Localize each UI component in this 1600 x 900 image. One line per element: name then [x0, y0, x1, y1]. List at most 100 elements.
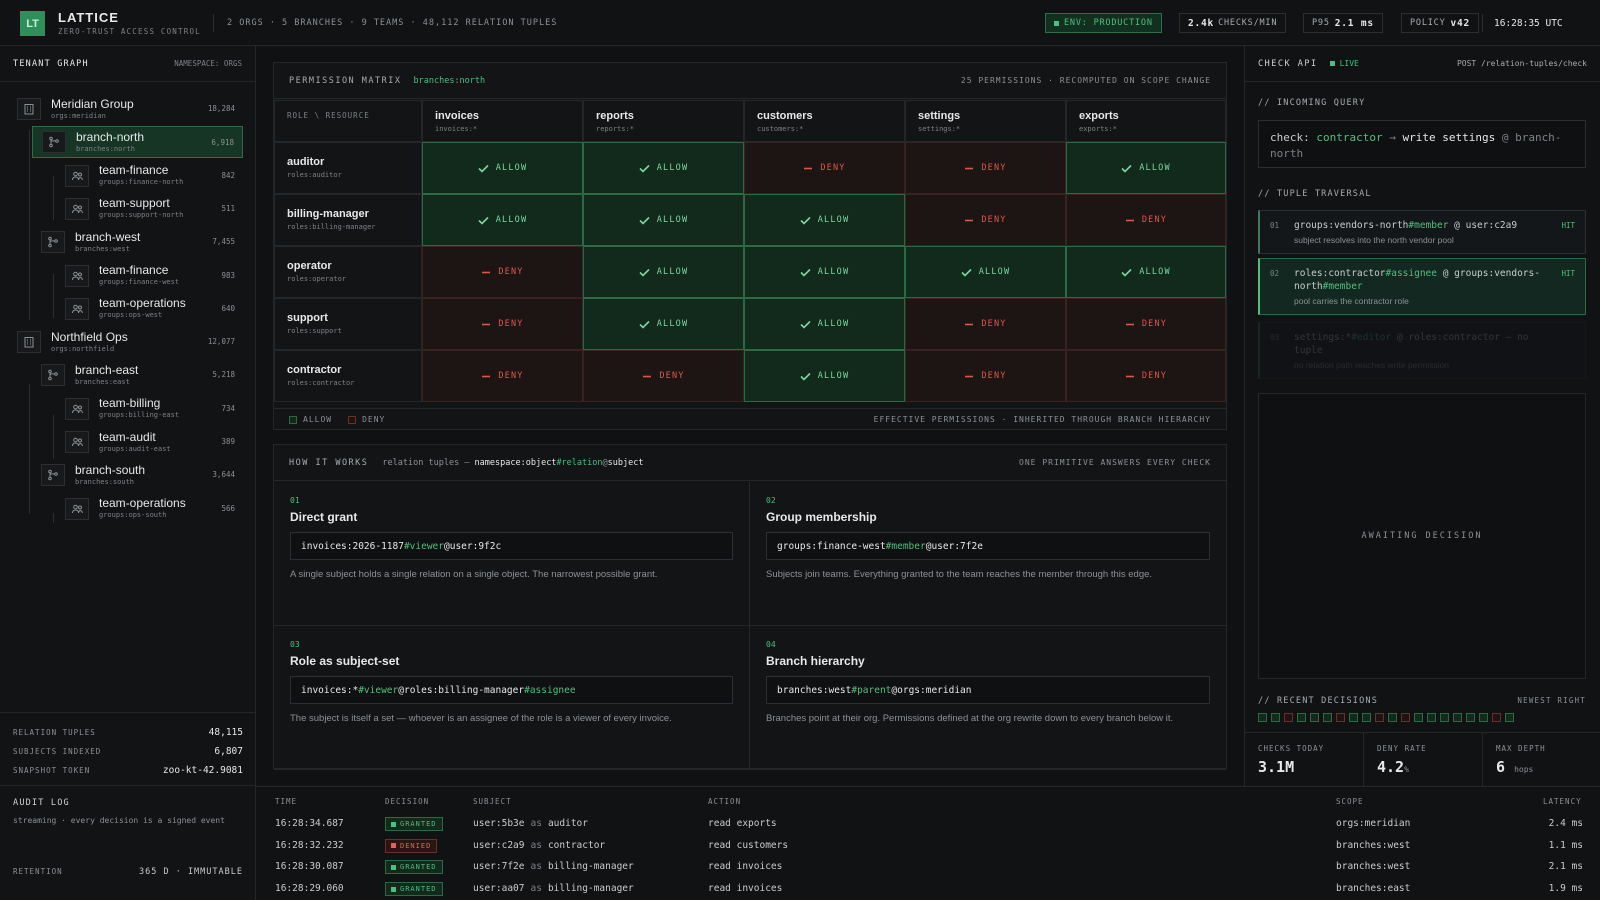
tuple-example[interactable]: invoices:* #viewer @roles:billing-manager #… [290, 676, 733, 704]
permission-cell[interactable]: DENY [905, 298, 1066, 350]
row-billing-manager[interactable]: billing-manager roles:billing-manager [274, 194, 422, 246]
permission-cell[interactable]: ALLOW [583, 298, 744, 350]
permission-cell[interactable]: ALLOW [1066, 142, 1226, 194]
permission-cell[interactable]: ALLOW [422, 142, 583, 194]
permission-cell[interactable]: DENY [744, 142, 905, 194]
granted-decision-marker[interactable] [1388, 713, 1397, 722]
permission-cell[interactable]: ALLOW [583, 142, 744, 194]
granted-decision-marker[interactable] [1362, 713, 1371, 722]
row-auditor[interactable]: auditor roles:auditor [274, 142, 422, 194]
denied-decision-marker[interactable] [1375, 713, 1384, 722]
permission-cell[interactable]: ALLOW [583, 246, 744, 298]
tree-node-count: 983 [221, 270, 235, 280]
tuple-example[interactable]: invoices:2026-1187 #viewer @user:9f2c [290, 532, 733, 560]
snapshot-token[interactable]: zoo-kt-42.9081 [163, 765, 243, 776]
granted-decision-marker[interactable] [1297, 713, 1306, 722]
env-badge[interactable]: ENV: PRODUCTION [1045, 13, 1162, 33]
permission-cell[interactable]: ALLOW [744, 246, 905, 298]
check-title: CHECK API [1258, 58, 1318, 69]
tree-node-branch-west[interactable]: branch-west branches:west 7,455 [41, 226, 243, 258]
tree-node-team-support[interactable]: team-support groups:support-north 511 [65, 193, 243, 225]
granted-decision-marker[interactable] [1258, 713, 1267, 722]
granted-decision-marker[interactable] [1479, 713, 1488, 722]
tuple-example[interactable]: branches:west #parent @orgs:meridian [766, 676, 1210, 704]
row-support[interactable]: support roles:support [274, 298, 422, 350]
granted-decision-marker[interactable] [1414, 713, 1423, 722]
row-operator[interactable]: operator roles:operator [274, 246, 422, 298]
permission-cell[interactable]: DENY [905, 350, 1066, 402]
permission-cell[interactable]: ALLOW [422, 194, 583, 246]
permission-cell[interactable]: ALLOW [744, 298, 905, 350]
table-row[interactable]: 16:28:29.060 GRANTED user:aa07 as billing-ma… [256, 878, 1600, 899]
granted-decision-marker[interactable] [1323, 713, 1332, 722]
tree-node-Northfield Ops[interactable]: Northfield Ops orgs:northfield 12,077 [17, 326, 243, 358]
tree-node-branch-south[interactable]: branch-south branches:south 3,644 [41, 459, 243, 491]
minus-icon [964, 320, 974, 329]
traversal-step-01[interactable]: 01 HIT groups:vendors-north#member @ user:… [1258, 210, 1586, 254]
traversal-step-02[interactable]: 02 HIT roles:contractor#assignee @ groups:… [1258, 258, 1586, 315]
tree-node-team-operations[interactable]: team-operations groups:ops-west 640 [65, 293, 243, 325]
denied-decision-marker[interactable] [1401, 713, 1410, 722]
permission-cell[interactable]: ALLOW [1066, 246, 1226, 298]
col-latency[interactable]: LATENCY [1543, 797, 1582, 806]
col-scope[interactable]: SCOPE [1336, 797, 1364, 806]
denied-decision-marker[interactable] [1492, 713, 1501, 722]
granted-decision-marker[interactable] [1349, 713, 1358, 722]
col-invoices[interactable]: invoices invoices:* [422, 100, 583, 142]
matrix-scope[interactable]: branches:north [414, 76, 486, 86]
permission-cell[interactable]: DENY [905, 194, 1066, 246]
table-row[interactable]: 16:28:30.087 GRANTED user:7f2e as billing-ma… [256, 856, 1600, 877]
granted-decision-marker[interactable] [1466, 713, 1475, 722]
granted-decision-marker[interactable] [1427, 713, 1436, 722]
permission-cell[interactable]: DENY [422, 350, 583, 402]
col-settings[interactable]: settings settings:* [905, 100, 1066, 142]
table-row[interactable]: 16:28:32.232 DENIED user:c2a9 as contractor r… [256, 835, 1600, 856]
granted-decision-marker[interactable] [1505, 713, 1514, 722]
denied-decision-marker[interactable] [1284, 713, 1293, 722]
granted-decision-marker[interactable] [1310, 713, 1319, 722]
col-decision[interactable]: DECISION [385, 797, 429, 806]
col-time[interactable]: TIME [275, 797, 297, 806]
tree-node-team-audit[interactable]: team-audit groups:audit-east 389 [65, 426, 243, 458]
permission-cell[interactable]: DENY [583, 350, 744, 402]
permission-cell[interactable]: ALLOW [744, 350, 905, 402]
permission-cell[interactable]: DENY [905, 142, 1066, 194]
check-icon [1121, 164, 1132, 173]
permission-cell[interactable]: DENY [422, 298, 583, 350]
col-subject[interactable]: SUBJECT [473, 797, 512, 806]
tree-node-team-finance[interactable]: team-finance groups:finance-west 983 [65, 260, 243, 292]
tree-node-Meridian Group[interactable]: Meridian Group orgs:meridian 18,284 [17, 93, 243, 125]
denied-decision-marker[interactable] [1336, 713, 1345, 722]
permission-cell[interactable]: ALLOW [744, 194, 905, 246]
tree-node-label: team-finance [99, 163, 169, 178]
col-action[interactable]: ACTION [708, 797, 741, 806]
col-reports[interactable]: reports reports:* [583, 100, 744, 142]
permission-cell[interactable]: DENY [1066, 298, 1226, 350]
granted-decision-marker[interactable] [1271, 713, 1280, 722]
permission-cell[interactable]: DENY [1066, 194, 1226, 246]
table-row[interactable]: 16:28:34.687 GRANTED user:5b3e as auditor rea… [256, 813, 1600, 834]
table-header: TIME DECISION SUBJECT ACTION SCOPE LATEN… [256, 792, 1600, 813]
tree-node-text: Northfield Ops orgs:northfield [51, 330, 128, 354]
tuple-example[interactable]: groups:finance-west #member @user:7f2e [766, 532, 1210, 560]
granted-decision-marker[interactable] [1453, 713, 1462, 722]
step-tuple: groups:vendors-north#member @ user:c2a9 [1294, 219, 1545, 232]
tree-node-count: 566 [221, 503, 235, 513]
traversal-step-03[interactable]: 03 settings:*#editor @ roles:contractor —… [1258, 322, 1586, 379]
permission-cell[interactable]: DENY [422, 246, 583, 298]
tree-node-team-operations[interactable]: team-operations groups:ops-south 566 [65, 493, 243, 525]
policy-badge[interactable]: POLICY v42 [1401, 13, 1480, 33]
tree-node-team-finance[interactable]: team-finance groups:finance-north 842 [65, 160, 243, 192]
granted-decision-marker[interactable] [1440, 713, 1449, 722]
col-customers[interactable]: customers customers:* [744, 100, 905, 142]
tree-node-branch-north[interactable]: branch-north branches:north 6,918 [32, 126, 243, 159]
permission-cell[interactable]: ALLOW [583, 194, 744, 246]
col-exports[interactable]: exports exports:* [1066, 100, 1226, 142]
row-contractor[interactable]: contractor roles:contractor [274, 350, 422, 402]
permission-cell[interactable]: DENY [1066, 350, 1226, 402]
tree-node-team-billing[interactable]: team-billing groups:billing-east 734 [65, 393, 243, 425]
tree-node-branch-east[interactable]: branch-east branches:east 5,218 [41, 359, 243, 391]
permission-cell[interactable]: ALLOW [905, 246, 1066, 298]
permission-value: ALLOW [745, 247, 904, 297]
tree-node-text: branch-west branches:west [75, 230, 140, 254]
